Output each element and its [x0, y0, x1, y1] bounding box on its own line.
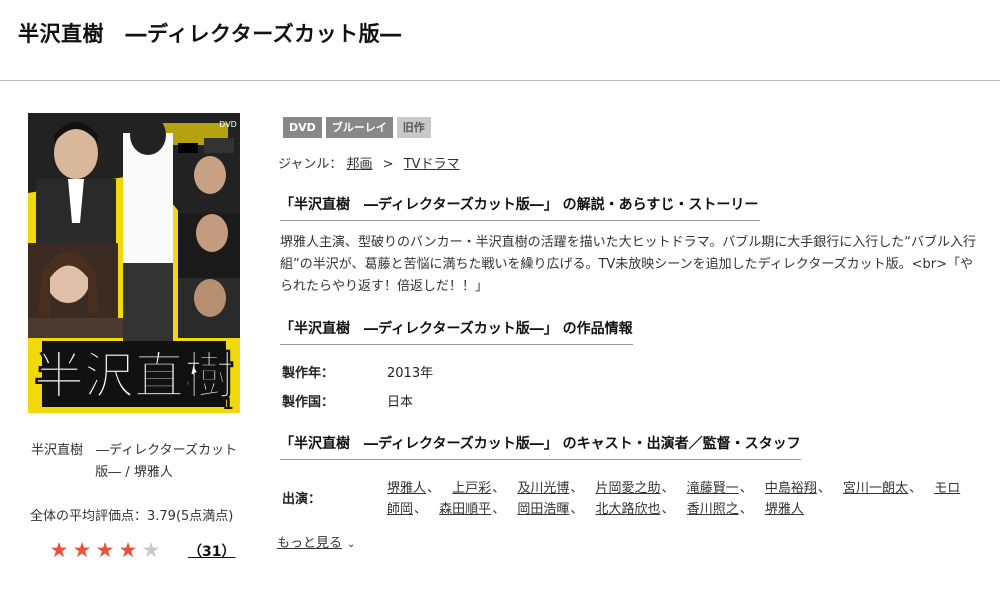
cast-link[interactable]: 北大路欣也	[596, 502, 661, 517]
info-label: 製作年：	[282, 366, 335, 381]
synopsis-heading: 「半沢直樹 ―ディレクターズカット版―」 の解説・あらすじ・ストーリー	[280, 194, 761, 221]
cast-link[interactable]: 森田順平	[439, 502, 491, 517]
genre-separator: >	[382, 157, 394, 172]
star-icon: ★	[49, 538, 69, 562]
cast-link[interactable]: 香川照之	[687, 502, 739, 517]
cast-separator: 、	[492, 502, 506, 517]
poster-caption: 半沢直樹 ―ディレクターズカット版― / 堺雅人	[31, 443, 237, 480]
review-count-link[interactable]: （31）	[188, 544, 235, 560]
cast-link[interactable]: 片岡愛之助	[596, 481, 661, 496]
info-value: 2013年	[387, 366, 434, 381]
cast-label: 出演：	[282, 492, 322, 507]
page-title: 半沢直樹 ―ディレクターズカット版―	[18, 22, 402, 46]
format-badges: DVD ブルーレイ 旧作	[283, 117, 431, 138]
cast-separator: 、	[570, 481, 584, 496]
cast-link[interactable]: 上戸彩	[452, 481, 491, 496]
poster-art: 半沢直樹 1 DVD	[28, 113, 240, 413]
genre-label: ジャンル：	[278, 157, 343, 172]
cast-separator: 、	[909, 481, 923, 496]
cast-separator: 、	[817, 481, 831, 496]
star-icon: ★	[141, 538, 161, 562]
cast-separator: 、	[570, 502, 584, 517]
rating-stars: ★ ★ ★ ★ ★	[48, 538, 162, 562]
review-count: （31）	[188, 541, 235, 561]
genre-breadcrumb: ジャンル： 邦画 > TVドラマ	[278, 153, 460, 172]
star-icon: ★	[95, 538, 115, 562]
show-more-link[interactable]: もっと見る ⌄	[277, 532, 355, 551]
cast-link[interactable]: 滝藤賢一	[687, 481, 739, 496]
poster-image[interactable]: 半沢直樹 1 DVD	[28, 113, 240, 413]
cast-separator: 、	[661, 481, 675, 496]
badge-bluray: ブルーレイ	[325, 117, 393, 138]
cast-separator: 、	[739, 502, 753, 517]
page-header: 半沢直樹 ―ディレクターズカット版―	[0, 0, 1000, 81]
chevron-down-icon: ⌄	[347, 539, 356, 550]
genre-link-hougaku[interactable]: 邦画	[347, 157, 373, 172]
cast-separator: 、	[427, 481, 441, 496]
cast-link[interactable]: 岡田浩暉	[517, 502, 569, 517]
cast-list: 堺雅人、 上戸彩、 及川光博、 片岡愛之助、 滝藤賢一、 中島裕翔、 宮川一朗太…	[387, 478, 972, 520]
info-label: 製作国：	[282, 395, 335, 410]
star-icon: ★	[118, 538, 138, 562]
cast-link[interactable]: 堺雅人	[765, 502, 804, 517]
info-value: 日本	[387, 395, 414, 410]
info-heading: 「半沢直樹 ―ディレクターズカット版―」 の作品情報	[280, 318, 633, 345]
cast-link[interactable]: 堺雅人	[387, 481, 426, 496]
poster-volume: 1	[222, 394, 233, 413]
cast-link[interactable]: 宮川一朗太	[843, 481, 908, 496]
cast-link[interactable]: 中島裕翔	[765, 481, 817, 496]
genre-link-tvdrama[interactable]: TVドラマ	[404, 157, 460, 172]
poster-disc-label: DVD	[219, 120, 237, 129]
cast-separator: 、	[414, 502, 428, 517]
star-icon: ★	[72, 538, 92, 562]
poster-logo-text: 半沢直樹	[34, 347, 234, 405]
show-more-label: もっと見る	[277, 536, 343, 551]
cast-heading: 「半沢直樹 ―ディレクターズカット版―」 のキャスト・出演者／監督・スタッフ	[280, 433, 801, 460]
badge-old: 旧作	[396, 117, 431, 138]
cast-link[interactable]: 及川光博	[517, 481, 569, 496]
cast-separator: 、	[739, 481, 753, 496]
average-rating-text: 全体の平均評価点：3.79(5点満点)	[30, 509, 234, 524]
synopsis-text: 堺雅人主演、型破りのバンカー・半沢直樹の活躍を描いた大ヒットドラマ。バブル期に大…	[280, 235, 976, 294]
cast-separator: 、	[661, 502, 675, 517]
cast-separator: 、	[492, 481, 506, 496]
badge-dvd: DVD	[283, 117, 322, 138]
